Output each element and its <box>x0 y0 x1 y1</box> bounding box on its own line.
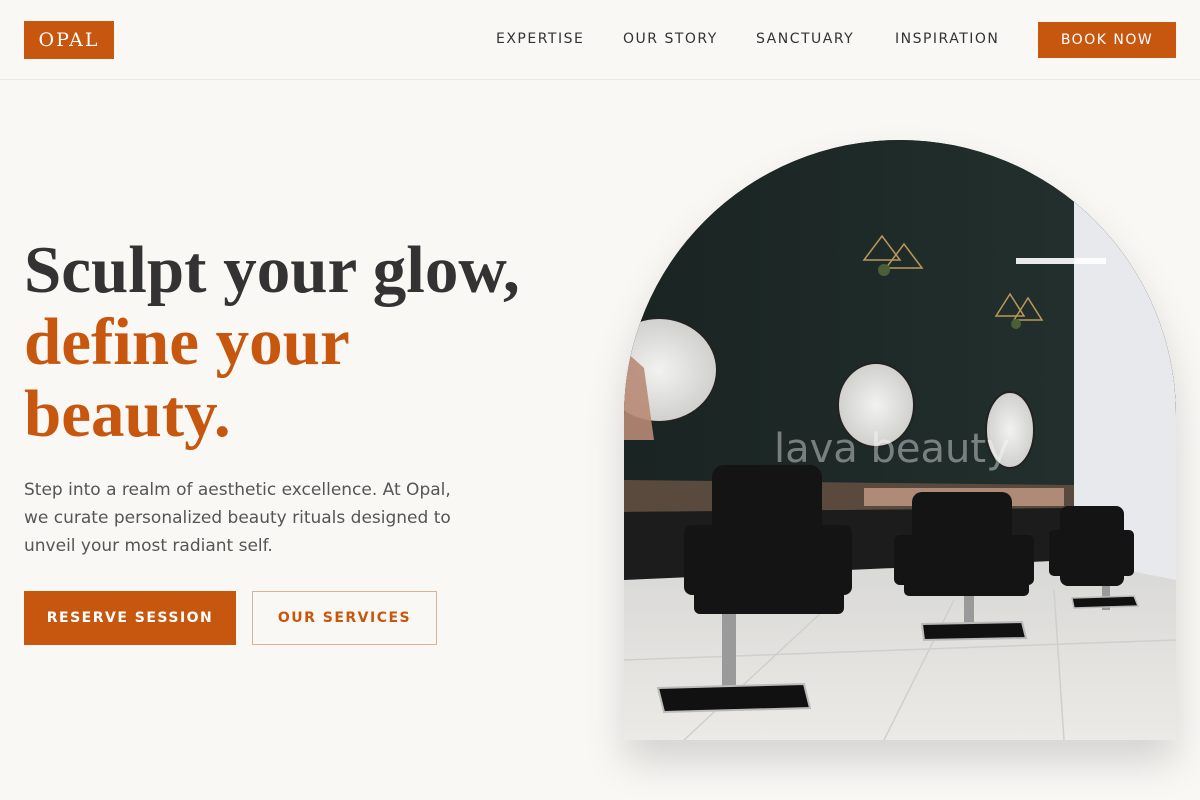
nav-sanctuary[interactable]: SANCTUARY <box>756 31 854 47</box>
book-now-button[interactable]: BOOK NOW <box>1038 22 1176 58</box>
nav-inspiration[interactable]: INSPIRATION <box>895 31 999 47</box>
nav-expertise[interactable]: EXPERTISE <box>496 31 584 47</box>
reserve-session-button[interactable]: RESERVE SESSION <box>24 591 236 645</box>
hero-headline: Sculpt your glow, define your beauty. <box>24 234 584 450</box>
site-header: OPAL EXPERTISE OUR STORY SANCTUARY INSPI… <box>0 0 1200 80</box>
headline-line-1: Sculpt your glow, <box>24 233 520 307</box>
salon-hero-image: lava beauty <box>624 140 1176 740</box>
hero-subtext: Step into a realm of aesthetic excellenc… <box>24 480 451 556</box>
logo[interactable]: OPAL <box>24 21 114 59</box>
our-services-button[interactable]: OUR SERVICES <box>252 591 437 645</box>
image-watermark: lava beauty <box>774 426 1010 472</box>
headline-line-2: define your <box>24 305 350 379</box>
headline-line-3: beauty. <box>24 377 231 451</box>
nav-our-story[interactable]: OUR STORY <box>623 31 718 47</box>
